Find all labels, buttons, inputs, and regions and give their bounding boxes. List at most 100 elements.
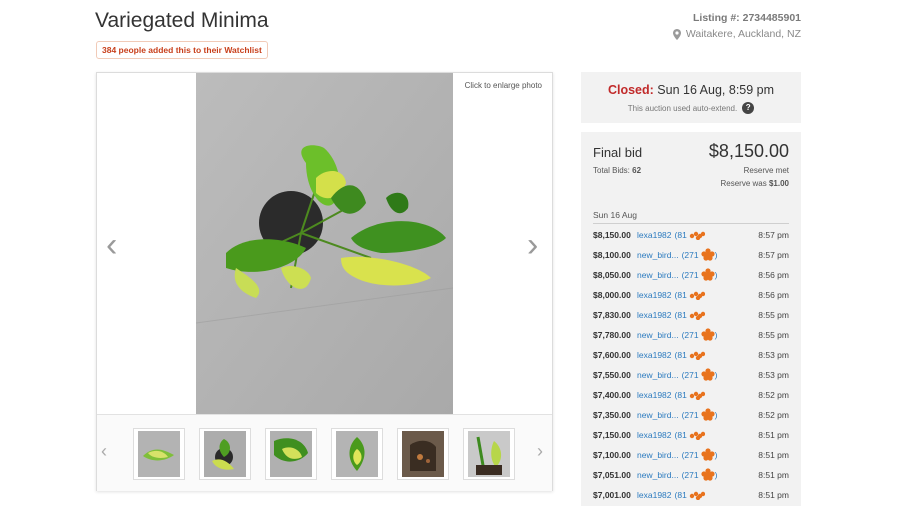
- final-bid-amount: $8,150.00: [708, 141, 789, 161]
- bidder-link[interactable]: lexa1982 (81: [637, 430, 705, 440]
- thumbnail-1[interactable]: [133, 428, 185, 480]
- thumb-prev-icon[interactable]: ‹: [101, 441, 107, 462]
- closed-label: Closed:: [607, 83, 654, 97]
- bid-row: $7,350.00 new_bird... (271) 8:52 pm: [593, 407, 789, 423]
- bidder-link[interactable]: new_bird... (271): [637, 448, 717, 462]
- bidder-link[interactable]: new_bird... (271): [637, 408, 717, 422]
- bidder-link[interactable]: new_bird... (271): [637, 468, 717, 482]
- final-bid-label: Final bid: [593, 145, 643, 160]
- thumbnail-1-image: [138, 431, 180, 477]
- feedback-close-paren: ): [714, 270, 718, 280]
- bid-time: 8:55 pm: [758, 310, 789, 320]
- bidder-link[interactable]: lexa1982 (81: [637, 310, 705, 320]
- bidder-name[interactable]: lexa1982: [637, 430, 672, 440]
- bid-amount: $8,100.00: [593, 250, 631, 260]
- bid-time: 8:51 pm: [758, 490, 789, 500]
- bid-amount: $7,100.00: [593, 450, 631, 460]
- bid-amount: $7,051.00: [593, 470, 631, 480]
- bid-row: $7,830.00 lexa1982 (81 8:55 pm: [593, 307, 789, 323]
- thumbnail-6[interactable]: [463, 428, 515, 480]
- bidder-name[interactable]: new_bird...: [637, 470, 679, 480]
- thumbnail-5[interactable]: [397, 428, 449, 480]
- bidder-link[interactable]: lexa1982 (81: [637, 290, 705, 300]
- bidder-name[interactable]: lexa1982: [637, 230, 672, 240]
- bidder-link[interactable]: lexa1982 (81: [637, 350, 705, 360]
- reserve-was-amount: $1.00: [768, 179, 789, 188]
- bid-row: $8,050.00 new_bird... (271) 8:56 pm: [593, 267, 789, 283]
- bidder-name[interactable]: new_bird...: [637, 330, 679, 340]
- bidder-name[interactable]: new_bird...: [637, 370, 679, 380]
- bid-row: $7,001.00 lexa1982 (81 8:51 pm: [593, 487, 789, 503]
- feedback-badge-icon: [701, 328, 715, 341]
- bid-time: 8:56 pm: [758, 270, 789, 280]
- bid-row: $7,150.00 lexa1982 (81 8:51 pm: [593, 427, 789, 443]
- feedback-score: (81: [674, 390, 687, 400]
- thumbnail-2-image: [204, 431, 246, 477]
- feedback-score: (271: [681, 330, 699, 340]
- feedback-badge-icon: [701, 248, 715, 261]
- bidder-name[interactable]: new_bird...: [637, 270, 679, 280]
- bidder-link[interactable]: lexa1982 (81: [637, 490, 705, 500]
- listing-title: Variegated Minima: [95, 9, 269, 32]
- bidder-link[interactable]: new_bird... (271): [637, 328, 717, 342]
- bidder-name[interactable]: new_bird...: [637, 410, 679, 420]
- bidder-link[interactable]: lexa1982 (81: [637, 230, 705, 240]
- feedback-close-paren: ): [714, 330, 718, 340]
- bidder-name[interactable]: lexa1982: [637, 310, 672, 320]
- bid-time: 8:51 pm: [758, 450, 789, 460]
- bid-amount: $7,001.00: [593, 490, 631, 500]
- bidder-link[interactable]: new_bird... (271): [637, 248, 717, 262]
- bidder-name[interactable]: new_bird...: [637, 450, 679, 460]
- feedback-close-paren: ): [714, 450, 718, 460]
- main-photo[interactable]: [196, 73, 453, 414]
- thumbnail-2[interactable]: [199, 428, 251, 480]
- feedback-badge-icon: [689, 491, 705, 500]
- bidder-name[interactable]: new_bird...: [637, 250, 679, 260]
- thumbnail-4-image: [336, 431, 378, 477]
- feedback-badge-icon: [689, 431, 705, 440]
- bid-row: $7,600.00 lexa1982 (81 8:53 pm: [593, 347, 789, 363]
- location-pin-icon: [672, 28, 681, 40]
- closed-time: Sun 16 Aug, 8:59 pm: [657, 83, 775, 97]
- bidder-name[interactable]: lexa1982: [637, 290, 672, 300]
- feedback-badge-icon: [689, 291, 705, 300]
- feedback-badge-icon: [689, 351, 705, 360]
- bid-time: 8:57 pm: [758, 230, 789, 240]
- thumbnail-3[interactable]: [265, 428, 317, 480]
- bidder-name[interactable]: lexa1982: [637, 490, 672, 500]
- auction-status-box: Closed: Sun 16 Aug, 8:59 pm This auction…: [581, 72, 801, 123]
- chevron-right-icon[interactable]: ›: [527, 228, 538, 262]
- total-bids: Total Bids: 62: [593, 166, 641, 175]
- feedback-badge-icon: [689, 231, 705, 240]
- bidder-link[interactable]: new_bird... (271): [637, 268, 717, 282]
- help-icon[interactable]: ?: [742, 102, 755, 114]
- bid-time: 8:55 pm: [758, 330, 789, 340]
- feedback-score: (271: [681, 410, 699, 420]
- bidder-link[interactable]: new_bird... (271): [637, 368, 717, 382]
- bidder-name[interactable]: lexa1982: [637, 350, 672, 360]
- thumb-next-icon[interactable]: ›: [537, 441, 543, 462]
- bidder-link[interactable]: lexa1982 (81: [637, 390, 705, 400]
- bid-row: $7,550.00 new_bird... (271) 8:53 pm: [593, 367, 789, 383]
- photo-gallery: Click to enlarge photo ‹ › ‹ ›: [96, 72, 553, 491]
- feedback-badge-icon: [701, 268, 715, 281]
- bid-history-panel: Final bid $8,150.00 Total Bids: 62 Reser…: [581, 132, 801, 506]
- enlarge-photo-link[interactable]: Click to enlarge photo: [465, 81, 542, 90]
- bid-row: $7,780.00 new_bird... (271) 8:55 pm: [593, 327, 789, 343]
- closed-status: Closed: Sun 16 Aug, 8:59 pm: [581, 83, 801, 97]
- feedback-score: (81: [674, 290, 687, 300]
- bid-amount: $7,780.00: [593, 330, 631, 340]
- bid-amount: $7,150.00: [593, 430, 631, 440]
- thumbnail-4[interactable]: [331, 428, 383, 480]
- bid-amount: $8,000.00: [593, 290, 631, 300]
- chevron-left-icon[interactable]: ‹: [106, 228, 117, 262]
- thumbnail-5-image: [402, 431, 444, 477]
- watchlist-badge: 384 people added this to their Watchlist: [96, 41, 268, 59]
- bidder-name[interactable]: lexa1982: [637, 390, 672, 400]
- bid-amount: $7,350.00: [593, 410, 631, 420]
- bid-time: 8:53 pm: [758, 350, 789, 360]
- thumbnail-strip: ‹ ›: [97, 414, 552, 491]
- feedback-score: (81: [674, 310, 687, 320]
- bid-divider: [593, 223, 789, 224]
- listing-number: Listing #: 2734485901: [693, 12, 801, 24]
